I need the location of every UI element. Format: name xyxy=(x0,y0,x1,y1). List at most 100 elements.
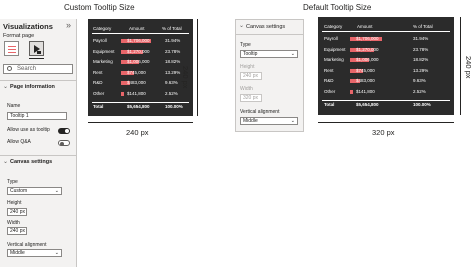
header-divider xyxy=(322,31,450,32)
header-pct: % of Total xyxy=(162,26,182,31)
valign-label: Vertical alignment xyxy=(7,242,47,248)
width-label: Width xyxy=(240,86,253,92)
cell-amount: $483,000 xyxy=(356,78,375,83)
cell-category: R&D xyxy=(324,78,334,83)
cell-pct: 18.82% xyxy=(413,57,429,62)
total-divider xyxy=(92,102,189,103)
pane-title: Visualizations xyxy=(3,22,53,31)
cell-pct: 9.63% xyxy=(165,80,178,85)
cell-pct: 2.52% xyxy=(413,88,426,94)
cell-category: Payroll xyxy=(93,38,107,43)
format-page-label: Format page xyxy=(3,33,35,39)
cell-category: Marketing xyxy=(324,57,344,62)
expand-icon[interactable]: » xyxy=(66,20,71,30)
type-value: Tooltip xyxy=(243,51,258,57)
total-divider xyxy=(322,100,450,101)
valign-dropdown[interactable]: Middle ⌄ xyxy=(7,249,62,257)
cell-pct: 23.78% xyxy=(165,48,181,54)
header-category: Category xyxy=(93,26,112,31)
header-category: Category xyxy=(324,24,343,29)
cell-pct: 31.94% xyxy=(413,36,429,41)
search-placeholder: Search xyxy=(17,66,37,72)
valign-dropdown[interactable]: Middle ⌄ xyxy=(240,117,298,125)
width-field[interactable]: 240 px xyxy=(7,227,27,235)
allow-tooltip-toggle[interactable] xyxy=(58,128,70,134)
page-info-header[interactable]: Page information xyxy=(10,84,55,90)
valign-value: Middle xyxy=(10,250,25,256)
search-input[interactable]: Search xyxy=(3,64,73,74)
cell-amount: $1,270,000 xyxy=(127,48,150,54)
visualizations-pane: Visualizations » Format page Search ⌄ Pa… xyxy=(0,19,77,267)
amount-bar xyxy=(121,91,124,96)
header-pct: % of Total xyxy=(413,24,433,29)
header-divider xyxy=(92,33,189,34)
format-tab-icon[interactable] xyxy=(29,41,44,56)
total-amount: $5,654,800 xyxy=(127,104,150,109)
width-label: Width xyxy=(7,220,20,226)
allow-qa-toggle[interactable] xyxy=(58,140,70,146)
height-arrow xyxy=(197,19,198,116)
type-label: Type xyxy=(7,179,18,185)
height-arrow xyxy=(460,17,461,115)
default-tooltip-caption: Default Tooltip Size xyxy=(303,3,372,12)
default-width-label: 320 px xyxy=(372,128,395,137)
total-category: Total xyxy=(324,102,335,107)
allow-tooltip-label: Allow use as tooltip xyxy=(7,127,50,133)
name-field[interactable]: Tooltip 1 xyxy=(7,112,67,120)
cell-category: Payroll xyxy=(324,36,338,41)
cell-amount: $483,000 xyxy=(127,80,146,85)
cell-pct: 2.52% xyxy=(165,90,178,96)
cell-category: Other xyxy=(324,88,336,94)
width-arrow xyxy=(88,122,193,123)
cell-pct: 13.29% xyxy=(413,67,429,73)
total-category: Total xyxy=(93,104,104,109)
width-arrow xyxy=(318,122,454,123)
cell-category: Rent xyxy=(324,67,334,73)
search-icon xyxy=(7,66,12,71)
height-field: 240 px xyxy=(240,72,262,80)
cell-amount: $1,706,000 xyxy=(127,38,150,43)
chevron-down-icon: ⌄ xyxy=(54,188,59,194)
total-pct: 100.00% xyxy=(413,102,431,107)
cell-category: Marketing xyxy=(93,59,113,64)
format-tab-underline xyxy=(29,58,44,59)
type-dropdown[interactable]: Tooltip ⌄ xyxy=(240,50,298,58)
cell-amount: $1,006,000 xyxy=(356,57,379,62)
valign-value: Middle xyxy=(243,118,258,124)
cell-category: R&D xyxy=(93,80,103,85)
custom-tooltip-card: Category Amount % of Total Payroll $1,706,00… xyxy=(88,19,193,116)
fields-tab-icon[interactable] xyxy=(4,41,19,56)
name-label: Name xyxy=(7,103,21,109)
canvas-settings-header[interactable]: Canvas settings xyxy=(246,24,285,30)
header-amount: Amount xyxy=(129,26,145,31)
total-amount: $5,654,800 xyxy=(356,102,379,107)
height-field[interactable]: 240 px xyxy=(7,208,27,216)
cell-category: Equipment xyxy=(324,46,346,52)
height-label: Height xyxy=(7,200,22,206)
custom-width-label: 240 px xyxy=(126,128,149,137)
default-tooltip-card: Category Amount % of Total Payroll $1,706,00… xyxy=(318,17,454,115)
cell-amount: $141,800 xyxy=(356,88,375,94)
cell-category: Equipment xyxy=(93,48,115,54)
cell-pct: 31.94% xyxy=(165,38,181,43)
chevron-down-icon[interactable]: ⌄ xyxy=(3,83,8,90)
cell-amount: $1,006,000 xyxy=(127,59,150,64)
header-amount: Amount xyxy=(357,24,373,29)
custom-tooltip-caption: Custom Tooltip Size xyxy=(64,3,135,12)
cell-pct: 13.29% xyxy=(165,69,181,75)
canvas-settings-header[interactable]: Canvas settings xyxy=(10,159,52,165)
chevron-down-icon: ⌄ xyxy=(54,250,59,256)
chevron-down-icon: ⌄ xyxy=(290,118,295,124)
type-dropdown[interactable]: Custom ⌄ xyxy=(7,187,62,195)
chevron-down-icon: ⌄ xyxy=(290,51,295,57)
type-label: Type xyxy=(240,42,251,48)
chevron-down-icon[interactable]: ⌄ xyxy=(239,22,244,29)
valign-label: Vertical alignment xyxy=(240,109,280,115)
cell-amount: $141,800 xyxy=(127,90,146,96)
height-label: Height xyxy=(240,64,255,70)
cell-category: Other xyxy=(93,90,105,96)
cell-pct: 23.78% xyxy=(413,46,429,52)
cell-amount: $745,000 xyxy=(127,69,146,75)
canvas-settings-panel: ⌄ Canvas settings Type Tooltip ⌄ Height … xyxy=(235,19,304,132)
chevron-down-icon[interactable]: ⌄ xyxy=(3,158,8,165)
